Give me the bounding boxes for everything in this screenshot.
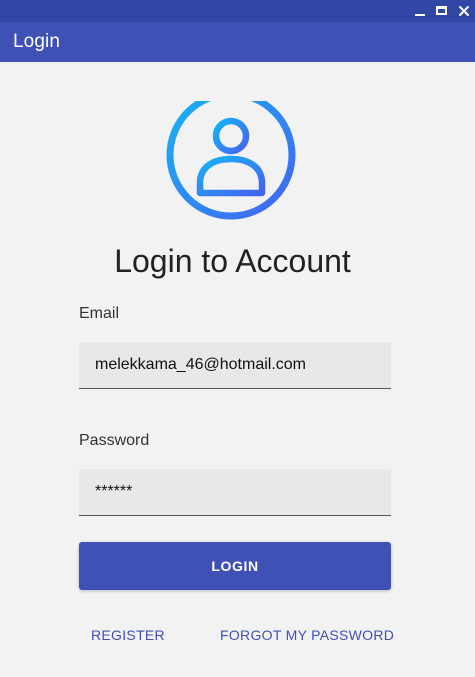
page-title: Login to Account <box>114 243 351 279</box>
window-title-bar <box>0 0 475 22</box>
maximize-icon[interactable] <box>435 4 449 18</box>
forgot-password-link[interactable]: FORGOT MY PASSWORD <box>220 627 394 643</box>
user-circle-icon <box>166 90 296 221</box>
login-button[interactable]: LOGIN <box>79 542 391 590</box>
email-field[interactable] <box>79 342 391 389</box>
email-label: Email <box>79 305 120 322</box>
close-icon[interactable] <box>457 4 471 18</box>
password-field[interactable] <box>79 469 391 516</box>
app-bar: Login <box>0 22 475 62</box>
window-controls <box>413 0 471 22</box>
app-title: Login <box>13 31 60 52</box>
minimize-icon[interactable] <box>413 4 427 18</box>
register-link[interactable]: REGISTER <box>91 627 165 643</box>
password-label: Password <box>79 432 150 449</box>
